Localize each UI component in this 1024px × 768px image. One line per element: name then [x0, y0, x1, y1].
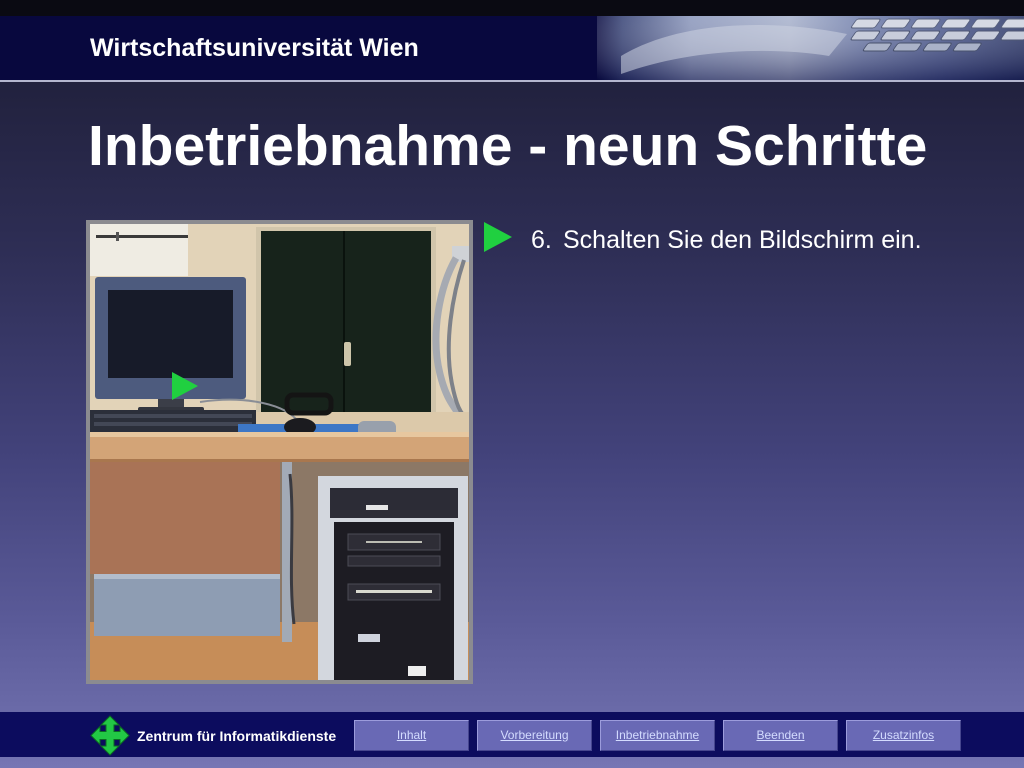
photo-desk-edge-highlight: [90, 432, 469, 437]
keyboard-key: [922, 42, 952, 52]
header-banner: Wirtschaftsuniversität Wien: [0, 16, 1024, 80]
photo-keyboard-row: [94, 414, 252, 418]
keyboard-key: [952, 42, 982, 52]
nav-button-vorbereitung[interactable]: Vorbereitung: [477, 720, 592, 751]
header-divider: [0, 80, 1024, 82]
top-strip: [0, 0, 1024, 16]
photo-radiator: [94, 574, 280, 636]
logo-arrows-shape: [90, 715, 130, 756]
photo-tower-badge: [358, 634, 380, 642]
bullet-arrow-shape: [484, 222, 512, 252]
slide-title: Inbetriebnahme - neun Schritte: [88, 114, 928, 178]
keyboard-photo: [597, 16, 1024, 80]
photo-picture-rail: [96, 235, 188, 238]
photo-drive-slot: [366, 541, 422, 543]
keyboard-key: [892, 42, 922, 52]
nav-button-zusatzinfos[interactable]: Zusatzinfos: [846, 720, 961, 751]
play-arrow-icon: [484, 222, 512, 252]
photo-keyboard: [90, 410, 256, 432]
photo-door-handle: [344, 342, 351, 366]
nav-button-beenden[interactable]: Beenden: [723, 720, 838, 751]
step-number: 6.: [531, 226, 552, 254]
photo-monitor-screen: [108, 290, 233, 378]
photo-drive-bay: [347, 555, 441, 567]
keyboard-key: [862, 42, 892, 52]
slide-photo: [86, 220, 473, 684]
organization-name: Zentrum für Informatikdienste: [137, 728, 337, 744]
photo-door-seam: [343, 231, 345, 419]
nav-button-inhalt[interactable]: Inhalt: [354, 720, 469, 751]
photo-stand-top-panel: [330, 488, 458, 518]
photo-radiator-top: [94, 574, 280, 579]
photo-door: [261, 231, 431, 419]
photo-desk-edge-shadow: [90, 459, 469, 462]
nav-button-inbetriebnahme[interactable]: Inbetriebnahme: [600, 720, 715, 751]
footer-nav-bar: Zentrum für Informatikdienste Inhalt Vor…: [0, 712, 1024, 757]
photo-whiteboard: [90, 224, 188, 276]
institution-name: Wirtschaftsuniversität Wien: [90, 34, 419, 62]
photo-desk-panel: [90, 462, 280, 574]
photo-tower-tag: [408, 666, 426, 676]
step-instruction: Schalten Sie den Bildschirm ein.: [563, 226, 922, 254]
photo-stand-label: [366, 505, 388, 510]
photo-image: [90, 224, 469, 680]
four-way-arrows-icon: [90, 715, 130, 756]
photo-keyboard-row: [94, 422, 252, 426]
photo-rail-hook: [116, 232, 119, 241]
photo-drive-slot: [356, 590, 432, 593]
